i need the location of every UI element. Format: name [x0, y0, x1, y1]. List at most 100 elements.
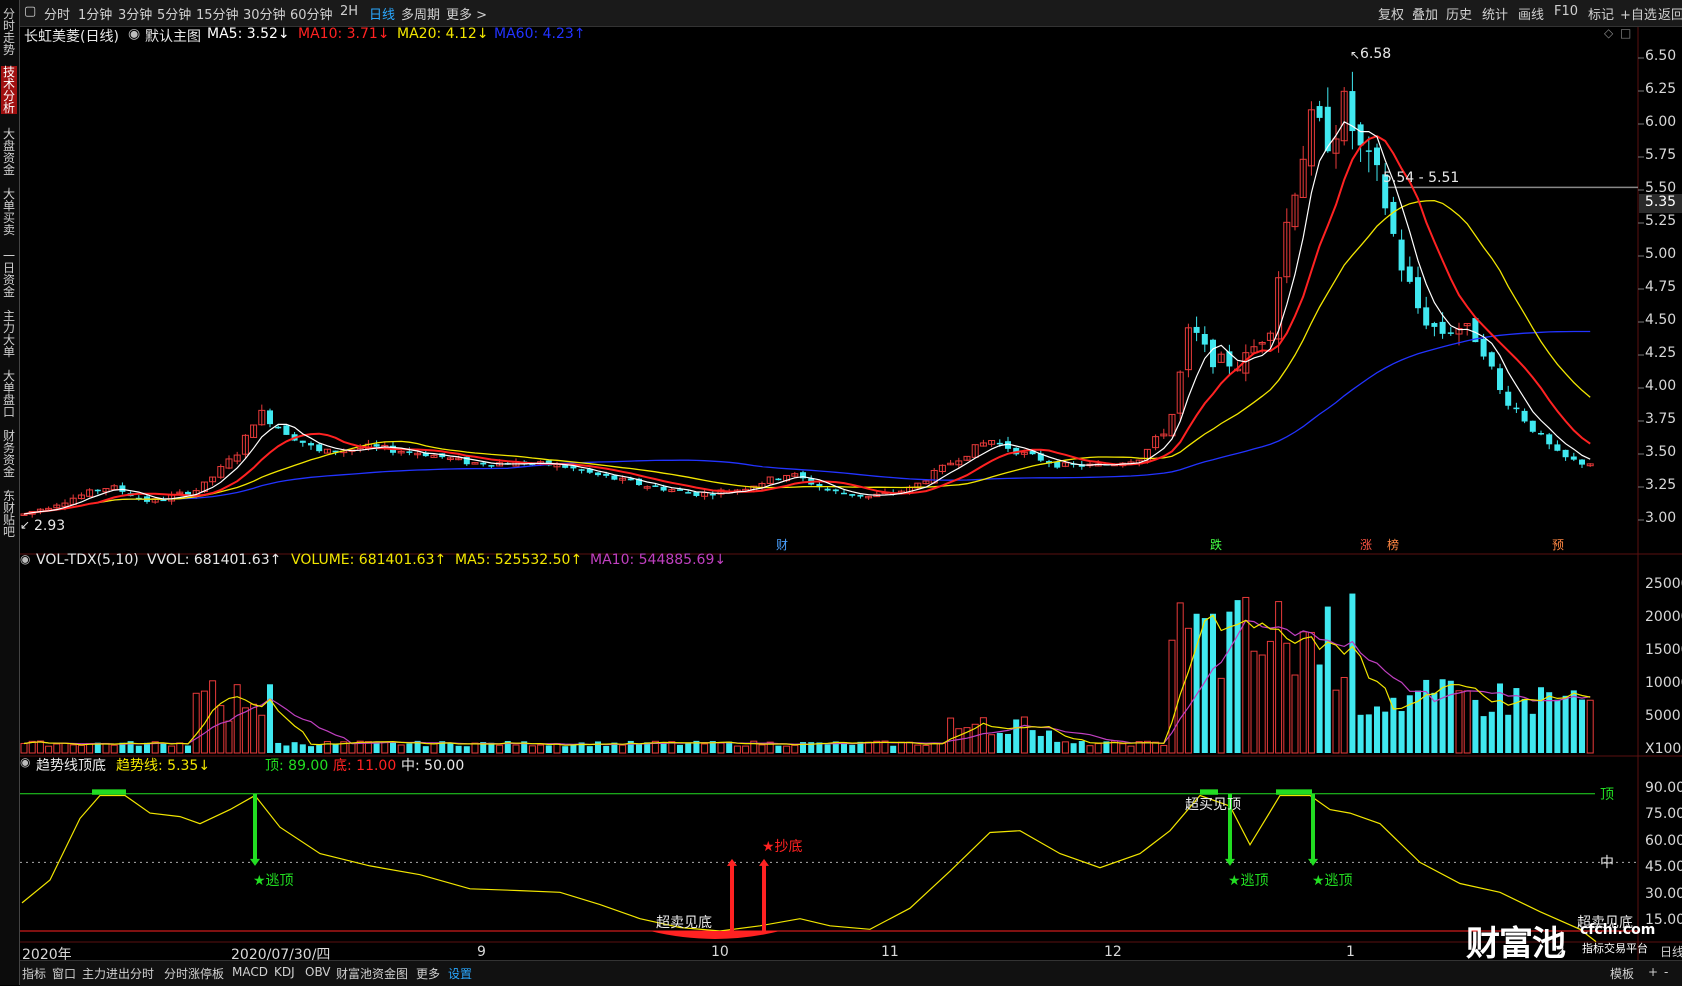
volume-bar-up	[217, 705, 225, 754]
volume-bar-up	[200, 690, 208, 754]
escape-top-arrow	[1311, 793, 1315, 863]
volume-bar-up	[241, 707, 249, 754]
candle-body-down	[685, 492, 692, 494]
indicator-icon[interactable]: ◉	[128, 26, 140, 42]
volume-bar-down	[283, 745, 290, 753]
volume-bar-up	[1266, 640, 1274, 754]
volume-bar-up	[528, 745, 536, 754]
volume-bar-up	[938, 742, 946, 754]
candle-body-down	[488, 465, 495, 467]
zoom-in-button[interactable]: +	[1648, 965, 1658, 979]
zoom-out-button[interactable]: -	[1664, 965, 1668, 979]
bottom-value-label: 底: 11.00	[333, 758, 397, 774]
candle-body-down	[849, 494, 856, 496]
tab-settings[interactable]: 设置	[448, 965, 472, 982]
high-arrow-icon: ↖	[1350, 48, 1361, 62]
volume-bar-down	[316, 744, 323, 753]
candle-body-down	[832, 489, 839, 492]
candle-body-down	[1439, 321, 1446, 334]
volume-bar-up	[20, 742, 28, 754]
volume-bar-up	[906, 741, 914, 754]
trend-tick: 75.00	[1645, 806, 1682, 823]
ma20-label: MA20: 4.12↓	[397, 26, 489, 42]
event-marker[interactable]: 涨	[1360, 536, 1372, 553]
top-zone-bar	[1276, 789, 1312, 795]
event-marker[interactable]: 预	[1552, 536, 1564, 553]
candle-body-down	[1365, 150, 1372, 152]
low-arrow-icon: ↙	[20, 518, 31, 532]
volume-bar-up	[1340, 676, 1348, 754]
event-marker[interactable]: 榜	[1387, 536, 1399, 553]
tab-more-indicators[interactable]: 更多	[416, 965, 440, 982]
template-button[interactable]: 模板	[1610, 965, 1634, 982]
volume-bar-down	[422, 746, 429, 753]
volume-tick: X100	[1645, 741, 1682, 757]
volume-bar-up	[783, 745, 791, 754]
volume-bar-down	[595, 741, 601, 753]
vol-indicator-name[interactable]: VOL-TDX(5,10)	[36, 552, 139, 568]
volume-bar-down	[160, 742, 167, 753]
tab-indicator[interactable]: 指标	[22, 965, 46, 982]
tab-fund-chart[interactable]: 财富池资金图	[336, 965, 408, 982]
volume-bar-up	[1332, 689, 1340, 754]
volume-bar-up	[36, 740, 44, 754]
event-marker[interactable]: 跌	[1210, 536, 1222, 553]
volume-bar-up	[1160, 744, 1168, 754]
tab-limit-up[interactable]: 分时涨停板	[164, 965, 224, 982]
volume-bar-up	[733, 745, 741, 754]
volume-bar-down	[1226, 611, 1233, 753]
candle-body-down	[480, 462, 487, 465]
diamond-icon[interactable]: ◇	[1604, 26, 1613, 40]
top-zone-bar	[92, 789, 126, 795]
volume-bar-down	[1005, 733, 1011, 753]
candle-body-down	[406, 451, 413, 453]
trend-indicator-name[interactable]: 趋势线顶底	[36, 755, 106, 775]
price-tick: 4.50	[1645, 312, 1677, 328]
volume-bar-up	[1094, 743, 1102, 754]
trend-panel-icon[interactable]: ◉	[20, 755, 30, 769]
volume-bar-up	[496, 744, 504, 754]
event-marker[interactable]: 财	[776, 536, 788, 553]
stock-title[interactable]: 长虹美菱(日线)	[24, 26, 119, 46]
candle-body-down	[316, 444, 323, 452]
stock-chart-canvas[interactable]	[0, 0, 1682, 985]
x-tick-12: 12	[1104, 944, 1122, 960]
tab-window[interactable]: 窗口	[52, 965, 76, 982]
candle-body-down	[996, 442, 1003, 445]
candle-body-down	[603, 473, 610, 476]
trend-value-label: 趋势线: 5.35↓	[116, 758, 211, 774]
candle-body-down	[1054, 461, 1061, 468]
volume-bar-down	[1472, 699, 1479, 753]
vol-panel-icon[interactable]: ◉	[20, 552, 30, 566]
candle-body-down	[595, 472, 601, 476]
tab-main-flow[interactable]: 主力进出分时	[82, 965, 154, 982]
candle-body-down	[857, 494, 864, 497]
vol-ma5-label: MA5: 525532.50↑	[455, 552, 583, 568]
candle-body-down	[1193, 326, 1200, 333]
volume-bar-down	[1013, 719, 1020, 753]
volume-bar-up	[250, 703, 258, 754]
tab-kdj[interactable]: KDJ	[274, 965, 295, 979]
trend-tick: 30.00	[1645, 885, 1682, 902]
x-tick-10: 10	[711, 944, 729, 960]
hline-label[interactable]: 5.54 - 5.51	[1383, 170, 1459, 186]
volume-bar-down	[1070, 743, 1077, 753]
volume-bar-up	[947, 717, 955, 754]
close-icon[interactable]: □	[1620, 26, 1631, 40]
tab-macd[interactable]: MACD	[232, 965, 268, 979]
buy-bottom-label: ★抄底	[762, 839, 803, 855]
ma60-label: MA60: 4.23↑	[494, 26, 586, 42]
volume-bar-up	[168, 745, 176, 754]
candle-body-down	[1423, 307, 1430, 326]
main-indicator-name[interactable]: 默认主图	[145, 26, 201, 46]
volume-bar-down	[849, 744, 856, 753]
volume-bar-down	[685, 743, 692, 753]
ma10-line	[23, 134, 1591, 515]
volume-bar-down	[291, 742, 298, 753]
volume-bar-up	[1291, 674, 1299, 754]
candle-body-down	[1546, 434, 1553, 445]
volume-bar-up	[1586, 699, 1594, 754]
volume-bar-down	[1480, 716, 1487, 753]
tab-obv[interactable]: OBV	[305, 965, 331, 979]
candle-body-down	[1357, 124, 1364, 146]
